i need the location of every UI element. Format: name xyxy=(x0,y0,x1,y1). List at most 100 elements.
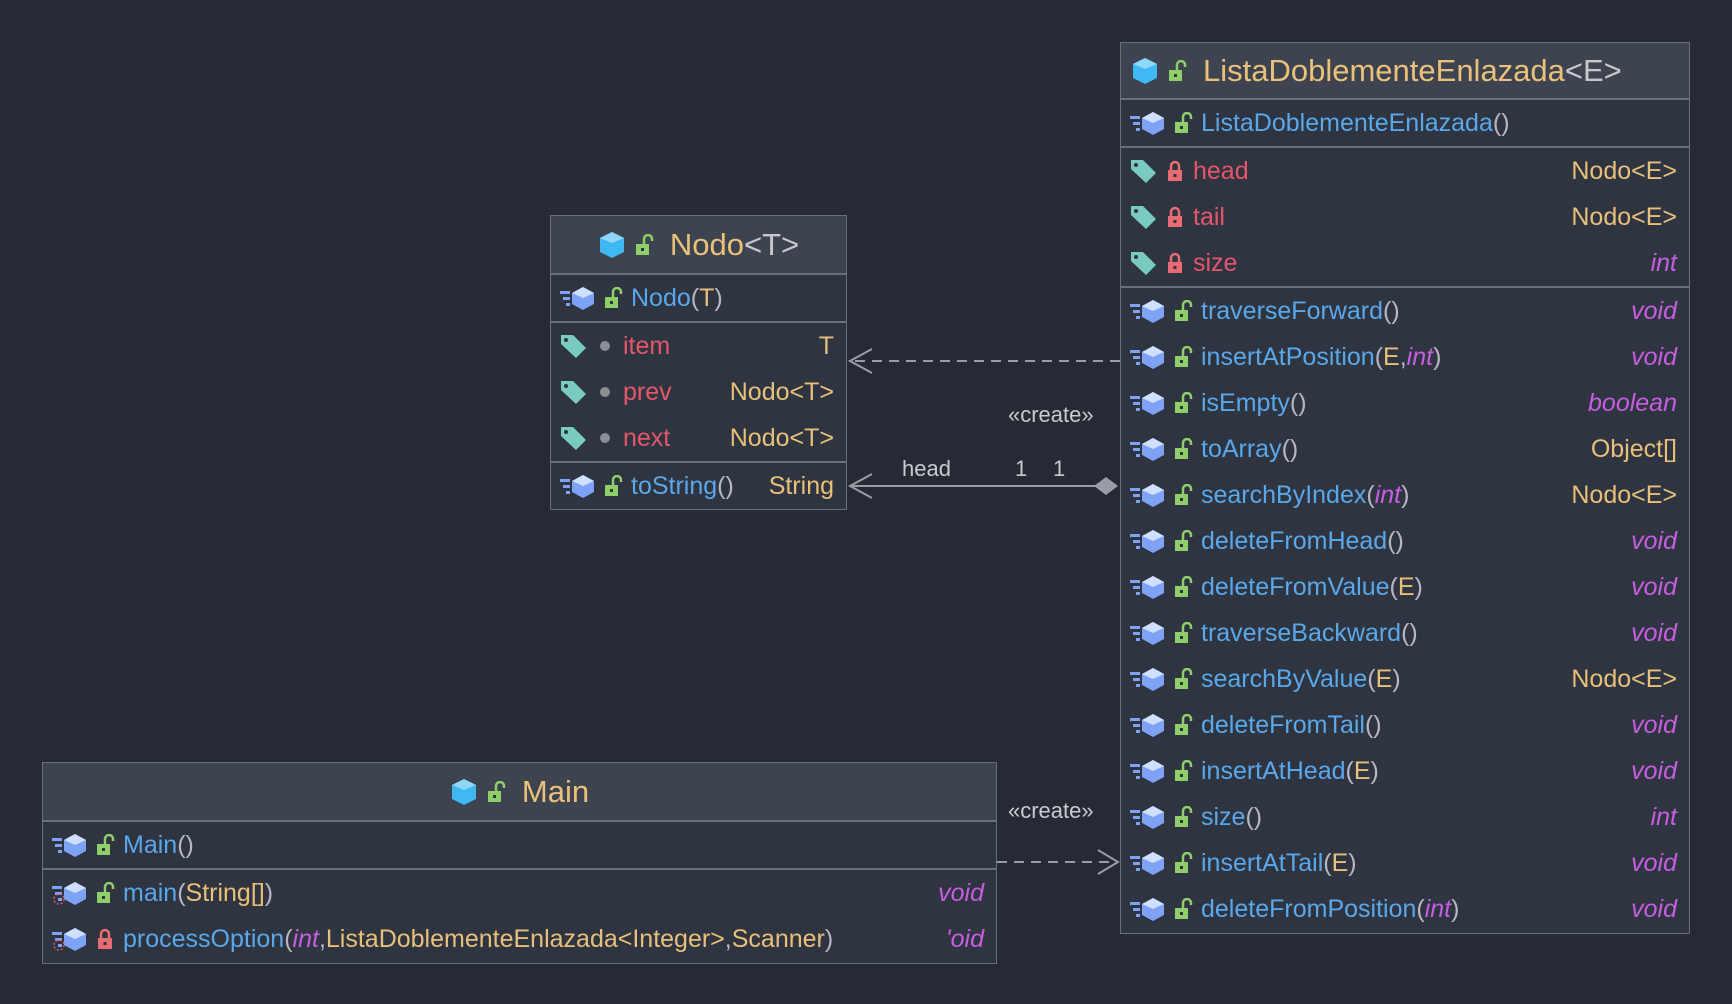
method-row[interactable]: searchByValue(E) Nodo<E> xyxy=(1121,656,1689,702)
return-type: void xyxy=(1631,572,1677,601)
method-row[interactable]: main(String[]) void xyxy=(43,870,996,916)
close-paren-text: ) xyxy=(1401,480,1410,509)
open-paren-text: ( xyxy=(1367,664,1376,693)
field-type: Nodo<E> xyxy=(1571,156,1677,185)
return-type: void xyxy=(1631,848,1677,877)
constructor-row[interactable]: Main() xyxy=(43,822,996,868)
method-name: deleteFromValue xyxy=(1201,572,1390,601)
lock-closed-icon xyxy=(1165,160,1185,182)
lock-closed-icon xyxy=(95,928,115,950)
method-row[interactable]: deleteFromTail() void xyxy=(1121,702,1689,748)
method-icon xyxy=(1129,896,1167,922)
open-paren-text: ( xyxy=(1401,618,1410,647)
field-row[interactable]: head Nodo<E> xyxy=(1121,148,1689,194)
field-row[interactable]: prev Nodo<T> xyxy=(551,369,846,415)
method-row[interactable]: searchByIndex(int) Nodo<E> xyxy=(1121,472,1689,518)
field-name: tail xyxy=(1193,202,1225,231)
class-header[interactable]: Main xyxy=(43,763,996,822)
method-row[interactable]: toString() String xyxy=(551,463,846,509)
class-box-main[interactable]: Main Main() main(String[]) void processOptio… xyxy=(42,762,997,964)
method-row[interactable]: processOption(int, ListaDoblementeEnlaza… xyxy=(43,916,996,962)
method-row[interactable]: deleteFromValue(E) void xyxy=(1121,564,1689,610)
param-text: String[] xyxy=(185,878,265,907)
field-name: size xyxy=(1193,248,1238,277)
close-paren-text: ) xyxy=(1414,572,1423,601)
package-visibility-icon xyxy=(595,381,615,403)
method-row[interactable]: isEmpty() boolean xyxy=(1121,380,1689,426)
constructors-section: Main() xyxy=(43,822,996,870)
class-box-nodo[interactable]: Nodo <T> Nodo(T) item Tprev Nodo<T> next Nodo<T… xyxy=(550,215,847,510)
assoc-mult-target: 1 xyxy=(1053,456,1066,481)
method-name: toArray xyxy=(1201,434,1282,463)
field-name: item xyxy=(623,331,671,360)
method-icon xyxy=(1129,390,1167,416)
field-tag-icon xyxy=(1129,203,1159,231)
lock-open-icon xyxy=(1173,346,1193,368)
method-icon xyxy=(1129,344,1167,370)
field-name: head xyxy=(1193,156,1249,185)
method-row[interactable]: toArray() Object[] xyxy=(1121,426,1689,472)
method-name: Nodo xyxy=(631,283,691,312)
return-type: String xyxy=(768,471,834,500)
method-row[interactable]: size() int xyxy=(1121,794,1689,840)
param-text: E xyxy=(1383,342,1400,371)
param-text: T xyxy=(699,283,715,312)
class-box-lista-doblemente-enlazada[interactable]: ListaDoblementeEnlazada <E> ListaDoblement… xyxy=(1120,42,1690,934)
method-name: deleteFromHead xyxy=(1201,526,1388,555)
close-paren-text: ) xyxy=(1253,802,1263,831)
field-type: T xyxy=(818,331,834,360)
class-generic: <T> xyxy=(743,226,800,262)
lock-open-icon xyxy=(603,475,623,497)
method-name: main xyxy=(123,878,178,907)
field-type: Nodo<E> xyxy=(1571,202,1677,231)
lock-open-icon xyxy=(1173,760,1193,782)
method-row[interactable]: insertAtTail(E) void xyxy=(1121,840,1689,886)
class-header[interactable]: ListaDoblementeEnlazada <E> xyxy=(1121,43,1689,100)
method-row[interactable]: deleteFromPosition(int) void xyxy=(1121,886,1689,932)
method-name: searchByIndex xyxy=(1201,480,1367,509)
field-type: Nodo<T> xyxy=(729,377,834,406)
open-paren-text: ( xyxy=(690,283,700,312)
class-header[interactable]: Nodo <T> xyxy=(551,216,846,275)
method-icon xyxy=(1129,804,1167,830)
close-paren-text: ) xyxy=(1501,108,1510,137)
close-paren-text: ) xyxy=(1391,296,1400,325)
comma-text: , xyxy=(1399,342,1407,371)
method-row[interactable]: deleteFromHead() void xyxy=(1121,518,1689,564)
return-type: boolean xyxy=(1588,388,1677,417)
field-type: int xyxy=(1650,248,1677,277)
return-type: void xyxy=(1631,894,1677,923)
field-row[interactable]: size int xyxy=(1121,240,1689,286)
constructor-row[interactable]: ListaDoblementeEnlazada() xyxy=(1121,100,1689,146)
close-paren-text: ) xyxy=(1392,664,1401,693)
class-icon xyxy=(598,230,626,260)
param-text: E xyxy=(1375,664,1393,693)
method-name: insertAtHead xyxy=(1201,756,1346,785)
composition-head-association xyxy=(847,473,1118,499)
constructors-section: ListaDoblementeEnlazada() xyxy=(1121,100,1689,148)
field-tag-icon xyxy=(1129,249,1159,277)
open-paren-text: ( xyxy=(717,471,726,500)
close-paren-text: ) xyxy=(1409,618,1418,647)
method-row[interactable]: traverseBackward() void xyxy=(1121,610,1689,656)
field-row[interactable]: tail Nodo<E> xyxy=(1121,194,1689,240)
close-paren-text: ) xyxy=(264,878,274,907)
method-row[interactable]: traverseForward() void xyxy=(1121,288,1689,334)
open-paren-text: ( xyxy=(284,924,293,953)
lock-open-icon xyxy=(1173,852,1193,874)
method-icon xyxy=(1129,620,1167,646)
method-icon xyxy=(1129,298,1167,324)
return-type: void xyxy=(1631,296,1677,325)
class-icon xyxy=(1131,56,1159,86)
constructor-row[interactable]: Nodo(T) xyxy=(551,275,846,321)
method-row[interactable]: insertAtPosition(E, int) void xyxy=(1121,334,1689,380)
param-text: int xyxy=(1406,342,1434,371)
method-icon xyxy=(1129,482,1167,508)
field-row[interactable]: item T xyxy=(551,323,846,369)
close-paren-text: ) xyxy=(1370,756,1379,785)
open-paren-text: ( xyxy=(1374,342,1384,371)
field-row[interactable]: next Nodo<T> xyxy=(551,415,846,461)
method-row[interactable]: insertAtHead(E) void xyxy=(1121,748,1689,794)
param-text: E xyxy=(1397,572,1415,601)
class-name: Nodo xyxy=(669,226,744,262)
